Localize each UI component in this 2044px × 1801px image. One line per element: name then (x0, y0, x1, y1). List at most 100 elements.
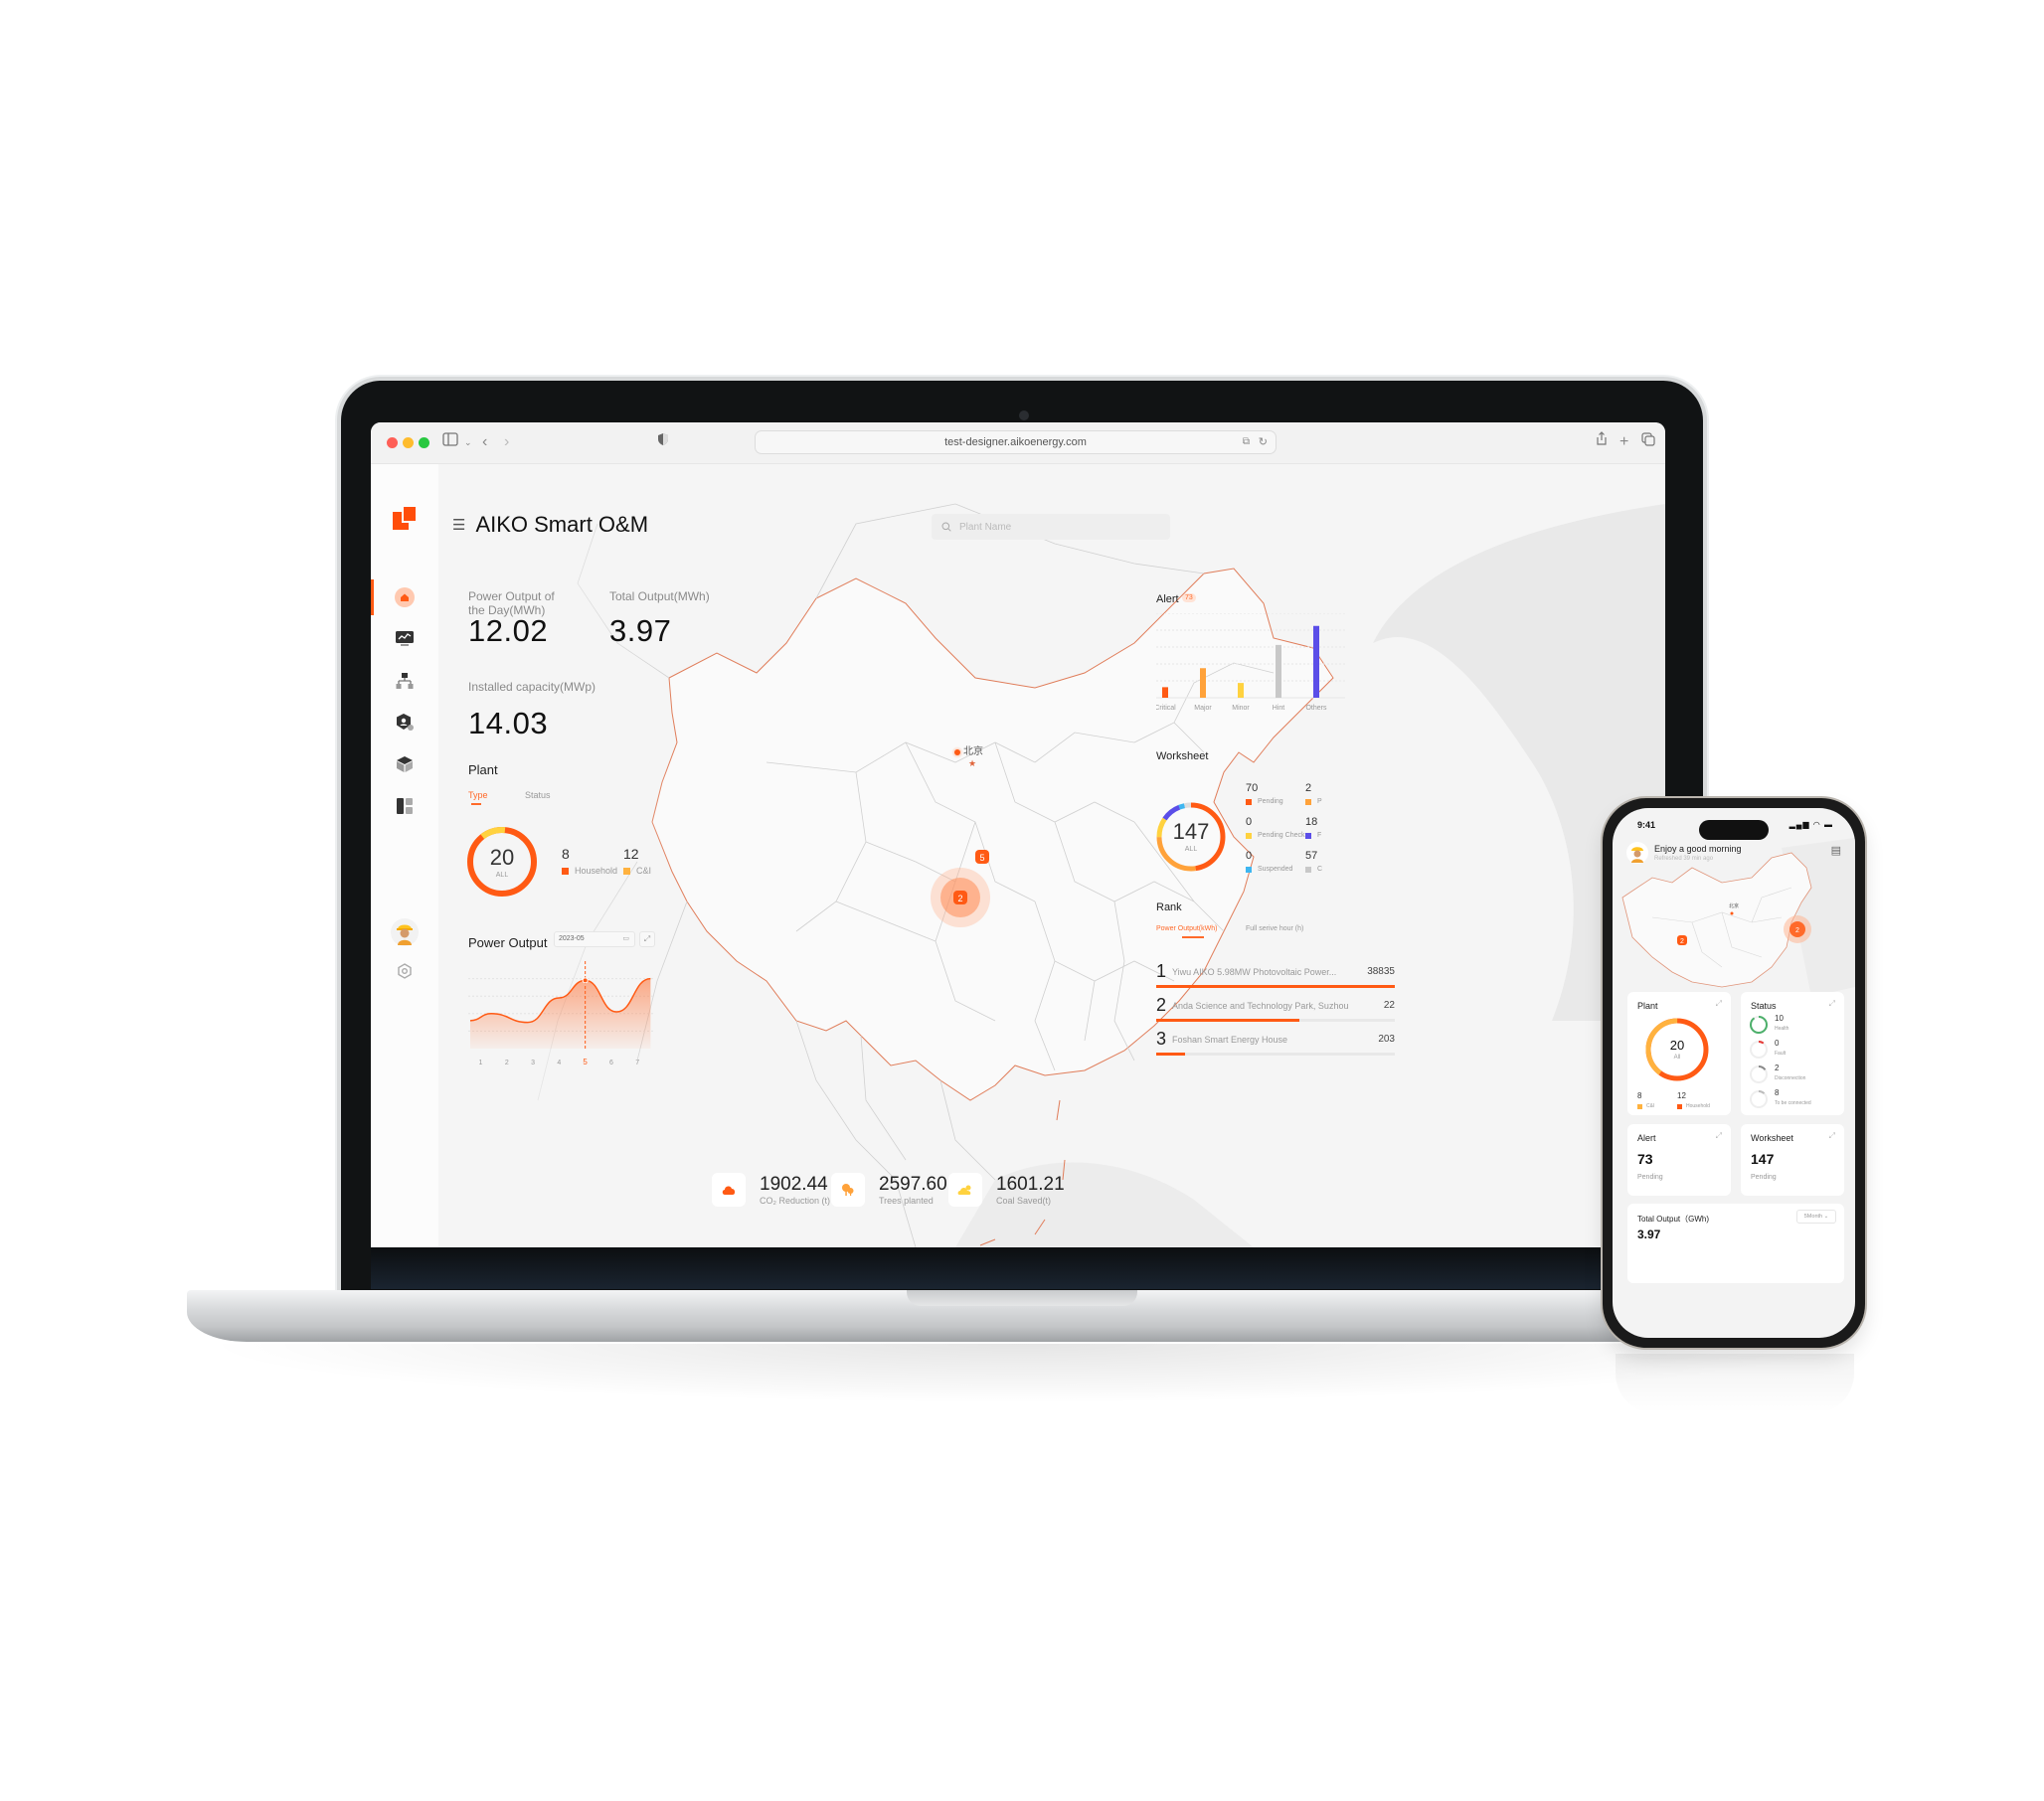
alert-bar-others[interactable] (1313, 625, 1319, 698)
alert-bar-critical[interactable] (1162, 687, 1168, 698)
expand-icon: ⤢ (643, 934, 651, 943)
rank-bar-track (1156, 1053, 1395, 1056)
x-tick-label: 1 (479, 1060, 483, 1066)
tabs-overview-icon[interactable] (1641, 431, 1655, 453)
shield-icon[interactable] (657, 431, 669, 453)
rank-bar-fill (1156, 985, 1395, 988)
sun-cloud-icon (948, 1173, 982, 1207)
range-dropdown[interactable]: 5Month ⌄ (1796, 1210, 1836, 1224)
coal-label: Coal Saved(t) (996, 1196, 1052, 1206)
expand-chart-button[interactable]: ⤢ (639, 931, 655, 947)
rank-plant-name: Anda Science and Technology Park, Suzhou (1172, 1001, 1349, 1011)
expand-icon[interactable]: ⤢ (1716, 1131, 1722, 1141)
eco-trees-card: 2597.60 Trees planted (831, 1173, 947, 1207)
expand-icon[interactable]: ⤢ (1829, 1131, 1835, 1141)
ci-count: 12 (623, 846, 639, 862)
x-tick-label: Critical (1156, 705, 1176, 712)
user-avatar[interactable] (390, 917, 420, 947)
close-window-button[interactable] (387, 437, 398, 448)
phone-worksheet-label: Pending (1751, 1174, 1777, 1181)
chevron-down-icon[interactable]: ⌄ (464, 431, 472, 453)
x-tick-label: Others (1305, 705, 1327, 712)
phone-worksheet-value: 147 (1751, 1151, 1775, 1167)
worksheet-legend-item: F (1305, 832, 1321, 839)
status-ring-track (1750, 1090, 1768, 1108)
map-marker-cluster[interactable]: 2 (931, 868, 990, 927)
phone-screen: 北京 2 2 9:41 ▂▄▆ ◠ ▬ Enjoy a good morning… (1613, 808, 1855, 1338)
app-main: 北京 ★ 5 2 ☰ AIKO Smart O&M Plant Name Pow… (438, 464, 1665, 1247)
phone-total-output-card[interactable]: Total Output（GWh) 5Month ⌄ 3.97 (1627, 1204, 1844, 1283)
page-header: ☰ AIKO Smart O&M (452, 512, 648, 538)
tab-power-output-underline (1182, 936, 1204, 938)
laptop-screen: ⌄ ‹ › test-designer.aikoenergy.com ⧉ ↻ + (371, 422, 1665, 1247)
url-bar[interactable]: test-designer.aikoenergy.com ⧉ ↻ (755, 430, 1277, 454)
settings-button[interactable] (393, 959, 417, 983)
phone-ci-label: C&I (1646, 1103, 1655, 1109)
search-icon (941, 522, 951, 532)
plant-search-input[interactable]: Plant Name (932, 514, 1170, 540)
tab-full-service-hour[interactable]: Full serive hour (h) (1246, 925, 1303, 932)
sidebar-item-cube[interactable] (393, 752, 417, 776)
rank-title: Rank (1156, 901, 1182, 913)
expand-icon[interactable]: ⤢ (1829, 999, 1835, 1009)
plant-total: 20 (489, 845, 515, 870)
alert-bar-major[interactable] (1200, 668, 1206, 698)
phone-status-item[interactable]: 8 To be connected (1749, 1088, 1838, 1112)
back-button[interactable]: ‹ (482, 431, 487, 453)
expand-icon[interactable]: ⤢ (1716, 999, 1722, 1009)
x-tick-label: Minor (1232, 705, 1250, 712)
sidebar-item-home[interactable] (393, 585, 417, 609)
phone-status-item[interactable]: 2 Disconnection (1749, 1064, 1838, 1087)
alert-bar-minor[interactable] (1238, 683, 1244, 698)
rank-bar-track (1156, 1019, 1395, 1022)
phone-plant-title: Plant (1637, 1001, 1658, 1011)
phone-alert-card[interactable]: Alert ⤢ 73 Pending (1627, 1124, 1731, 1196)
legend-label: Pending (1258, 798, 1283, 805)
phone-avatar[interactable] (1626, 842, 1648, 864)
phone-time: 9:41 (1637, 820, 1656, 830)
sidebar-item-dashboard[interactable] (393, 794, 417, 818)
laptop-shadow (199, 1344, 1839, 1403)
installed-capacity-value: 14.03 (468, 706, 549, 740)
status-label: To be connected (1775, 1100, 1811, 1106)
tab-type[interactable]: Type (468, 790, 488, 800)
phone-beijing-label: 北京 (1729, 902, 1739, 909)
sidebar-item-monitor[interactable] (393, 627, 417, 651)
alert-bar-hint[interactable] (1276, 644, 1281, 698)
share-icon[interactable] (1596, 431, 1608, 453)
beijing-marker[interactable] (954, 749, 960, 755)
phone-status-item[interactable]: 0 Fault (1749, 1039, 1838, 1063)
phone-status-item[interactable]: 10 Health (1749, 1014, 1838, 1038)
phone-total-output-title: Total Output（GWh) (1637, 1215, 1710, 1224)
forward-button[interactable]: › (504, 431, 509, 453)
worker-avatar-icon (391, 918, 419, 946)
alert-title: Alert (1156, 593, 1179, 605)
alert-chart[interactable]: Critical Major Minor Hint Others (1156, 613, 1345, 723)
minimize-window-button[interactable] (403, 437, 414, 448)
translate-icon[interactable]: ⧉ (1243, 431, 1250, 453)
worksheet-total: 147 (1172, 819, 1210, 844)
menu-collapse-icon[interactable]: ☰ (452, 516, 465, 534)
household-legend: Household (562, 866, 617, 876)
map-marker-cluster[interactable]: 5 (975, 850, 989, 864)
phone-worksheet-card[interactable]: Worksheet ⤢ 147 Pending (1741, 1124, 1844, 1196)
reload-icon[interactable]: ↻ (1259, 431, 1268, 453)
status-ring (1750, 1016, 1768, 1034)
new-tab-icon[interactable]: + (1619, 431, 1628, 453)
power-output-chart[interactable]: 1 2 3 4 5 6 7 (468, 961, 657, 1072)
sidebar-toggle-icon[interactable] (442, 431, 458, 453)
sidebar-item-hierarchy[interactable] (393, 669, 417, 693)
phone-alert-label: Pending (1637, 1174, 1663, 1181)
phone-status-card[interactable]: Status ⤢ 10 Health 0 Fault 2 Disconnection 8 To… (1741, 992, 1844, 1115)
maximize-window-button[interactable] (419, 437, 429, 448)
date-picker[interactable]: 2023-05 ▭ (554, 931, 635, 947)
tab-power-output[interactable]: Power Output(kWh) (1156, 925, 1217, 932)
phone-plant-card[interactable]: Plant ⤢ 20 All 8 C&I 12 Household (1627, 992, 1731, 1115)
phone-household-legend: Household (1677, 1103, 1710, 1109)
message-icon[interactable]: ▤ (1831, 844, 1841, 857)
x-tick-label: 5 (583, 1058, 588, 1066)
sidebar-item-user-shield[interactable] (393, 711, 417, 735)
tab-status[interactable]: Status (525, 790, 551, 800)
highlight-point[interactable] (582, 977, 589, 984)
worksheet-title: Worksheet (1156, 750, 1209, 762)
